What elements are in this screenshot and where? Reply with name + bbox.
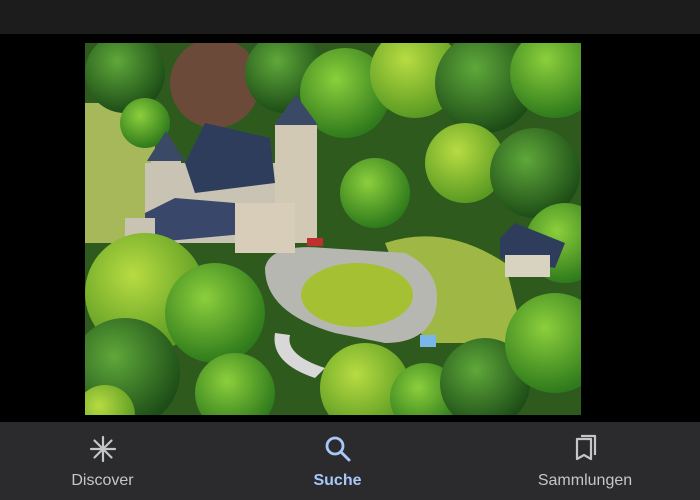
- asterisk-icon: [89, 435, 116, 463]
- status-bar: [0, 0, 700, 34]
- search-icon: [325, 436, 350, 462]
- nav-label-suche: Suche: [313, 472, 362, 489]
- bottom-navigation: Discover Suche Sammlungen: [0, 422, 700, 500]
- aerial-photo[interactable]: [85, 43, 581, 415]
- nav-label-sammlungen: Sammlungen: [537, 472, 633, 489]
- nav-item-suche[interactable]: Suche: [205, 422, 470, 500]
- nav-item-sammlungen[interactable]: Sammlungen: [470, 422, 700, 500]
- nav-item-discover[interactable]: Discover: [0, 422, 205, 500]
- nav-label-discover: Discover: [71, 472, 134, 489]
- bookmarks-icon: [575, 434, 597, 461]
- image-viewer: [0, 34, 700, 422]
- photo-artwork: [85, 43, 581, 415]
